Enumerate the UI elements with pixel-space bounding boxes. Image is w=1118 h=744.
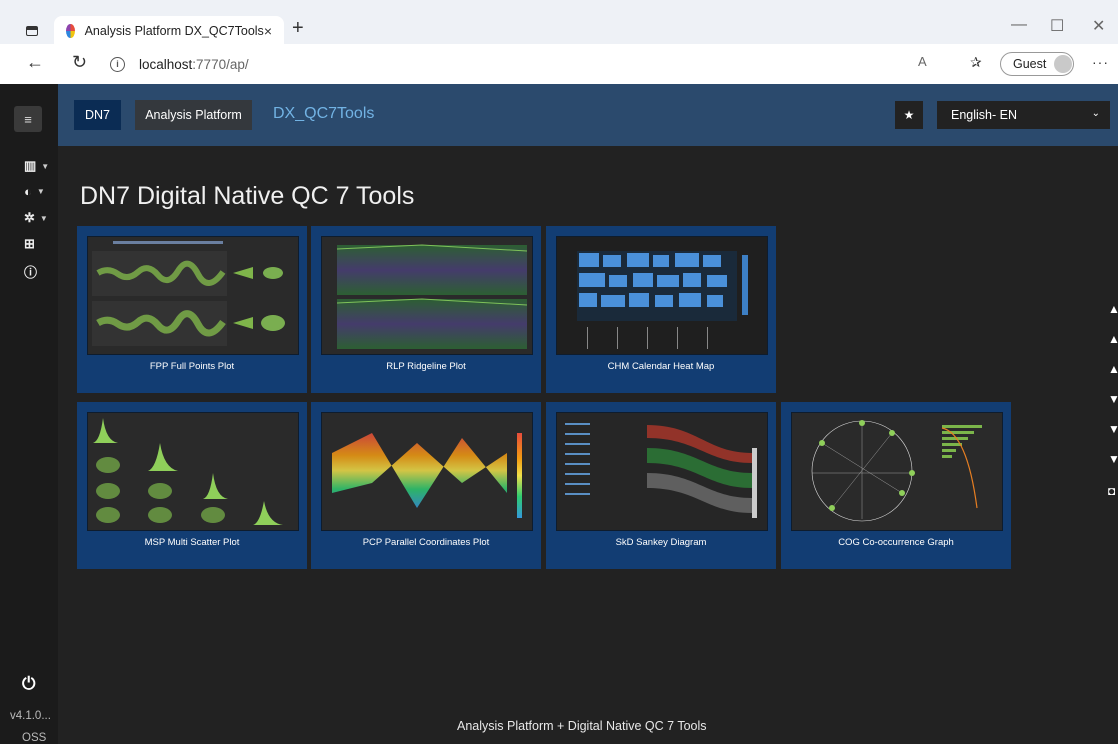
sidebar: ≡ ▥ ▼ ◐ ▼ ✲ ▼ ⊞ ⓘ ⏻ v4.1.0... OSS xyxy=(0,84,58,744)
sidebar-item-info[interactable]: ⓘ xyxy=(24,262,37,281)
chart-bar-icon: ▥ xyxy=(24,158,37,173)
card-msp[interactable]: MSP Multi Scatter Plot xyxy=(77,402,307,569)
card-cog[interactable]: COG Co-occurrence Graph xyxy=(781,402,1011,569)
chevron-down-icon: ▼ xyxy=(36,187,45,196)
sidebar-item-table[interactable]: ⊞ xyxy=(24,236,35,252)
favorites-icon[interactable]: ✰ xyxy=(970,54,982,71)
minimize-icon[interactable]: — xyxy=(1011,16,1027,34)
url-text: localhost:7770/ap/ xyxy=(139,57,249,72)
rlp-thumbnail xyxy=(321,236,533,355)
scroll-bottom-icon[interactable]: ▼ xyxy=(1108,452,1118,466)
star-icon[interactable]: ★ xyxy=(895,101,923,129)
card-chm[interactable]: CHM Calendar Heat Map xyxy=(546,226,776,393)
card-label: MSP Multi Scatter Plot xyxy=(144,537,240,548)
hamburger-menu-icon[interactable]: ≡ xyxy=(14,106,42,132)
power-icon[interactable]: ⏻ xyxy=(22,674,35,694)
chm-thumbnail xyxy=(556,236,768,355)
camera-icon[interactable]: ◘ xyxy=(1108,484,1115,498)
url-field[interactable]: i localhost:7770/ap/ xyxy=(110,50,950,78)
card-rlp[interactable]: RLP Ridgeline Plot xyxy=(311,226,541,393)
profile-label: Guest xyxy=(1013,57,1047,71)
tab-close-icon[interactable]: × xyxy=(264,23,272,39)
profile-button[interactable]: Guest xyxy=(1000,52,1074,76)
card-skd[interactable]: SkD Sankey Diagram xyxy=(546,402,776,569)
card-label: RLP Ridgeline Plot xyxy=(386,361,466,372)
oss-link[interactable]: OSS xyxy=(22,732,46,744)
scroll-down-fast-icon[interactable]: ▼ xyxy=(1108,422,1118,436)
sidebar-item-charts[interactable]: ▥ ▼ xyxy=(24,158,49,174)
chevron-down-icon: ⌄ xyxy=(1091,108,1100,119)
scroll-up-fast-icon[interactable]: ▲ xyxy=(1108,332,1118,346)
new-tab-icon[interactable]: + xyxy=(292,16,304,40)
card-label: SkD Sankey Diagram xyxy=(615,537,707,548)
language-value: English- EN xyxy=(951,108,1017,122)
sidebar-item-settings[interactable]: ✲ ▼ xyxy=(24,210,48,226)
browser-tab-bar: Analysis Platform DX_QC7Tools × + — ☐ ✕ xyxy=(0,0,1118,46)
analysis-platform-button[interactable]: Analysis Platform xyxy=(135,100,252,130)
fpp-thumbnail xyxy=(87,236,299,355)
read-aloud-icon[interactable]: A xyxy=(918,54,927,69)
scroll-up-icon[interactable]: ▲ xyxy=(1108,362,1118,376)
table-icon: ⊞ xyxy=(24,236,35,251)
info-icon: ⓘ xyxy=(24,265,38,280)
card-label: CHM Calendar Heat Map xyxy=(607,361,715,372)
cog-thumbnail xyxy=(791,412,1003,531)
chevron-down-icon: ▼ xyxy=(41,161,50,171)
card-pcp[interactable]: PCP Parallel Coordinates Plot xyxy=(311,402,541,569)
address-bar: ← ↻ i localhost:7770/ap/ A ✰ Guest ··· xyxy=(0,44,1118,85)
scroll-down-icon[interactable]: ▼ xyxy=(1108,392,1118,406)
tab-title: Analysis Platform DX_QC7Tools xyxy=(84,24,264,38)
maximize-icon[interactable]: ☐ xyxy=(1050,16,1064,36)
more-menu-icon[interactable]: ··· xyxy=(1092,54,1109,70)
scroll-top-icon[interactable]: ▲ xyxy=(1108,302,1118,316)
back-arrow-icon[interactable]: ← xyxy=(26,52,44,73)
dn7-button[interactable]: DN7 xyxy=(74,100,121,130)
footer-text: Analysis Platform + Digital Native QC 7 … xyxy=(457,719,707,733)
close-window-icon[interactable]: ✕ xyxy=(1092,16,1105,36)
url-host: localhost xyxy=(139,56,193,72)
sidebar-item-analysis[interactable]: ◐ ▼ xyxy=(24,184,45,199)
app-title: DX_QC7Tools xyxy=(273,105,375,122)
page-title: DN7 Digital Native QC 7 Tools xyxy=(80,182,415,210)
msp-thumbnail xyxy=(87,412,299,531)
url-path: :7770/ap/ xyxy=(192,56,249,72)
avatar xyxy=(1054,55,1073,73)
gear-icon: ✲ xyxy=(24,210,35,225)
window-menu-icon[interactable] xyxy=(26,26,38,36)
card-label: FPP Full Points Plot xyxy=(149,361,235,372)
language-select[interactable]: English- EN ⌄ xyxy=(937,101,1110,129)
chevron-down-icon: ▼ xyxy=(39,213,48,223)
pcp-thumbnail xyxy=(321,412,533,531)
app-header: DN7 Analysis Platform DX_QC7Tools ★ Engl… xyxy=(58,84,1118,146)
version-label: v4.1.0... xyxy=(10,710,51,722)
site-info-icon[interactable]: i xyxy=(110,56,125,72)
browser-tab[interactable]: Analysis Platform DX_QC7Tools × xyxy=(54,16,284,46)
brain-icon: ◐ xyxy=(24,184,32,199)
reload-icon[interactable]: ↻ xyxy=(72,52,87,73)
card-fpp[interactable]: FPP Full Points Plot xyxy=(77,226,307,393)
site-favicon-icon xyxy=(66,24,75,38)
card-label: COG Co-occurrence Graph xyxy=(838,537,954,548)
card-label: PCP Parallel Coordinates Plot xyxy=(362,537,490,548)
skd-thumbnail xyxy=(556,412,768,531)
